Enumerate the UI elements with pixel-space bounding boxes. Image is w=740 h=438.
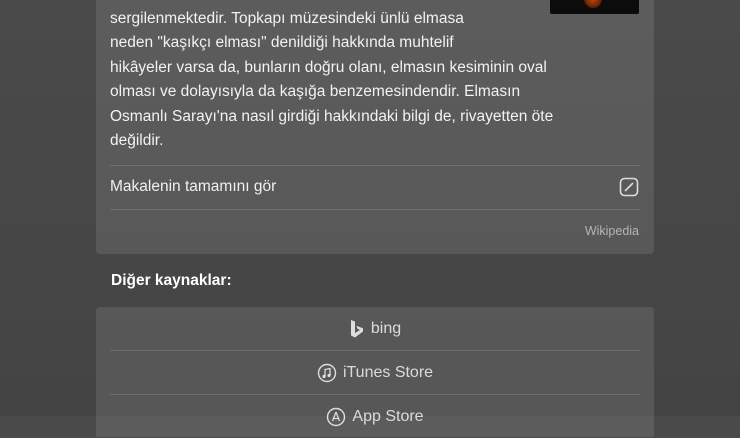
app-store-icon xyxy=(326,407,346,427)
music-note-icon xyxy=(317,363,337,383)
source-item-itunes-store[interactable]: iTunes Store xyxy=(110,351,640,394)
open-external-icon xyxy=(618,176,640,198)
divider xyxy=(110,209,640,210)
source-item-label: App Store xyxy=(352,407,424,425)
other-sources-heading: Diğer kaynaklar: xyxy=(111,272,232,289)
source-item-label: iTunes Store xyxy=(342,363,434,381)
source-item-bing[interactable]: bing xyxy=(110,307,640,350)
see-full-article-link[interactable]: Makalenin tamamını gör xyxy=(110,165,640,209)
source-item-label: bing xyxy=(370,319,402,337)
bing-icon xyxy=(349,319,365,339)
article-excerpt: sergilenmektedir. Topkapı müzesindeki ün… xyxy=(110,10,554,150)
other-sources-list: bing iTunes Store App Store xyxy=(96,307,654,437)
source-attribution: Wikipedia xyxy=(584,224,639,238)
see-full-article-label: Makalenin tamamını gör xyxy=(110,178,277,195)
wikipedia-result-card: sergilenmektedir. Topkapı müzesindeki ün… xyxy=(96,0,654,254)
source-item-app-store[interactable]: App Store xyxy=(110,395,640,438)
